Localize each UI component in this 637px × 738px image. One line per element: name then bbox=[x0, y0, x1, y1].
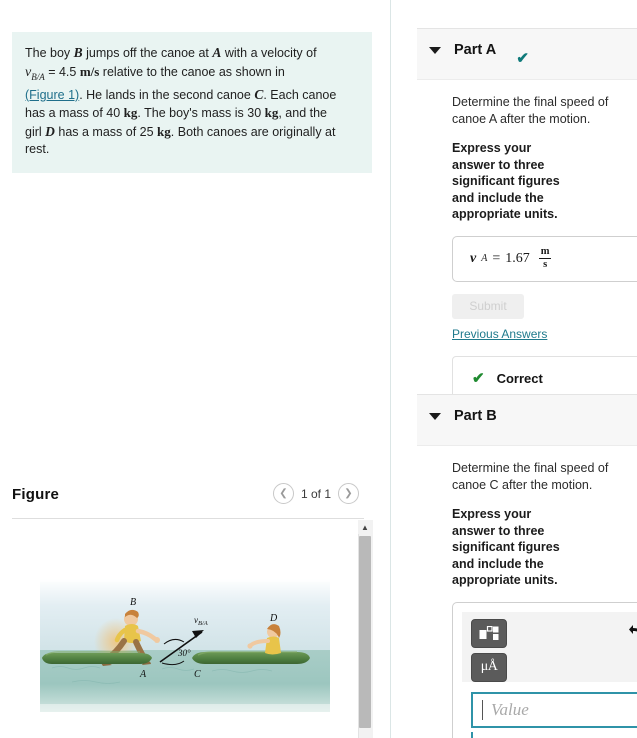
text-cursor bbox=[482, 699, 483, 720]
check-icon: ✔ bbox=[472, 370, 485, 387]
question-line-2: vB/A = 4.5 m/s relative to the canoe as … bbox=[25, 63, 285, 82]
part-a-instruction: Express your answer to three significant… bbox=[452, 141, 560, 221]
math-template-button[interactable] bbox=[471, 618, 507, 648]
part-a-body: Determine the final speed of canoe A aft… bbox=[417, 80, 637, 401]
figure-prev-button[interactable]: ❮ bbox=[272, 483, 294, 504]
answer-unit-fraction: m s bbox=[538, 245, 552, 271]
caret-down-icon[interactable] bbox=[429, 413, 441, 420]
canoe-scene-illustration: vB/A 30° A B C D bbox=[12, 522, 357, 738]
right-pane: Part A ✔ Determine the final speed of ca… bbox=[391, 0, 637, 738]
symbol-C: C bbox=[254, 86, 264, 102]
answer-unit-denominator: s bbox=[543, 259, 548, 270]
part-b-title: Part B bbox=[454, 408, 497, 424]
figure-next-button[interactable]: ❯ bbox=[338, 483, 359, 504]
part-b-units-input[interactable] bbox=[471, 731, 637, 738]
part-a-panel: Part A ✔ Determine the final speed of ca… bbox=[417, 28, 637, 401]
part-a-prompt: Determine the final speed of canoe A aft… bbox=[452, 95, 609, 126]
symbol-D: D bbox=[45, 123, 55, 139]
chevron-right-icon: ❯ bbox=[344, 488, 353, 499]
part-a-header[interactable]: Part A ✔ bbox=[417, 28, 637, 80]
page-root: The boy B jumps off the canoe at A with … bbox=[0, 0, 637, 738]
figure-scrollbar-thumb[interactable] bbox=[359, 536, 371, 728]
answer-equals: = bbox=[492, 250, 501, 266]
answer-subscript: A bbox=[481, 253, 488, 264]
value-placeholder: Value bbox=[491, 699, 529, 719]
micro-angstrom-icon: μÅ bbox=[480, 659, 498, 674]
part-b-instruction: Express your answer to three significant… bbox=[452, 507, 560, 587]
question-line-3: (Figure 1). He lands in the second canoe… bbox=[25, 86, 337, 102]
figure-counter: 1 of 1 bbox=[300, 486, 331, 501]
label-C: C bbox=[194, 669, 201, 680]
question-line-6: rest. bbox=[25, 142, 50, 157]
answer-unit-numerator: m bbox=[540, 245, 550, 257]
label-D: D bbox=[269, 613, 278, 624]
units-button[interactable]: μÅ bbox=[471, 652, 507, 682]
angle-label: 30° bbox=[177, 648, 191, 658]
figure-divider bbox=[12, 518, 364, 519]
part-a-submit-button[interactable]: Submit bbox=[452, 293, 524, 319]
part-b-prompt: Determine the final speed of canoe C aft… bbox=[452, 461, 609, 492]
part-b-panel: Part B Determine the final speed of cano… bbox=[417, 394, 637, 738]
undo-icon-glyph bbox=[629, 624, 637, 634]
canoe-a bbox=[42, 651, 152, 664]
figure-1-link[interactable]: (Figure 1) bbox=[25, 88, 79, 102]
symbol-vBA: vB/A bbox=[25, 64, 45, 82]
undo-arrow-icon[interactable] bbox=[629, 624, 637, 643]
label-B: B bbox=[130, 597, 136, 608]
left-pane: The boy B jumps off the canoe at A with … bbox=[0, 0, 390, 738]
label-A: A bbox=[139, 669, 147, 680]
part-a-answer-expression: vA = 1.67 m s bbox=[470, 245, 552, 271]
part-a-status-check-icon: ✔ bbox=[516, 50, 529, 67]
answer-value: 1.67 bbox=[505, 250, 530, 266]
part-b-header[interactable]: Part B bbox=[417, 394, 637, 446]
answer-symbol: v bbox=[470, 250, 477, 266]
math-editor-toolbar: μÅ bbox=[462, 611, 637, 682]
figure-header: Figure ❮ 1 of 1 ❯ bbox=[12, 483, 364, 515]
caret-down-icon[interactable] bbox=[429, 47, 441, 54]
unit-ms: m/s bbox=[79, 63, 100, 79]
part-a-previous-answers-link[interactable]: Previous Answers bbox=[452, 327, 547, 341]
question-line-1: The boy B jumps off the canoe at A with … bbox=[25, 45, 317, 60]
caret-up-icon: ▲ bbox=[361, 522, 369, 532]
question-line-5: girl D has a mass of 25 kg. Both canoes … bbox=[25, 123, 336, 139]
part-b-body: Determine the final speed of canoe C aft… bbox=[417, 446, 637, 738]
part-a-answer-field[interactable]: vA = 1.67 m s bbox=[452, 235, 637, 282]
canoe-c bbox=[192, 651, 310, 664]
part-b-value-input[interactable]: Value bbox=[471, 691, 637, 728]
chevron-left-icon: ❮ bbox=[279, 488, 288, 499]
symbol-B: B bbox=[73, 45, 83, 60]
figure-scroll-up-button[interactable]: ▲ bbox=[358, 520, 372, 534]
figure-navigation: ❮ 1 of 1 ❯ bbox=[272, 483, 359, 504]
question-statement: The boy B jumps off the canoe at A with … bbox=[12, 32, 372, 173]
part-a-feedback-text: Correct bbox=[496, 370, 543, 386]
figure-image: vB/A 30° A B C D bbox=[12, 522, 357, 738]
figure-title: Figure bbox=[12, 486, 60, 503]
math-template-icon bbox=[479, 625, 499, 640]
question-line-4: has a mass of 40 kg. The boy's mass is 3… bbox=[25, 105, 328, 121]
part-b-answer-editor[interactable]: μÅ Value bbox=[452, 601, 637, 738]
part-a-title: Part A bbox=[454, 42, 497, 58]
